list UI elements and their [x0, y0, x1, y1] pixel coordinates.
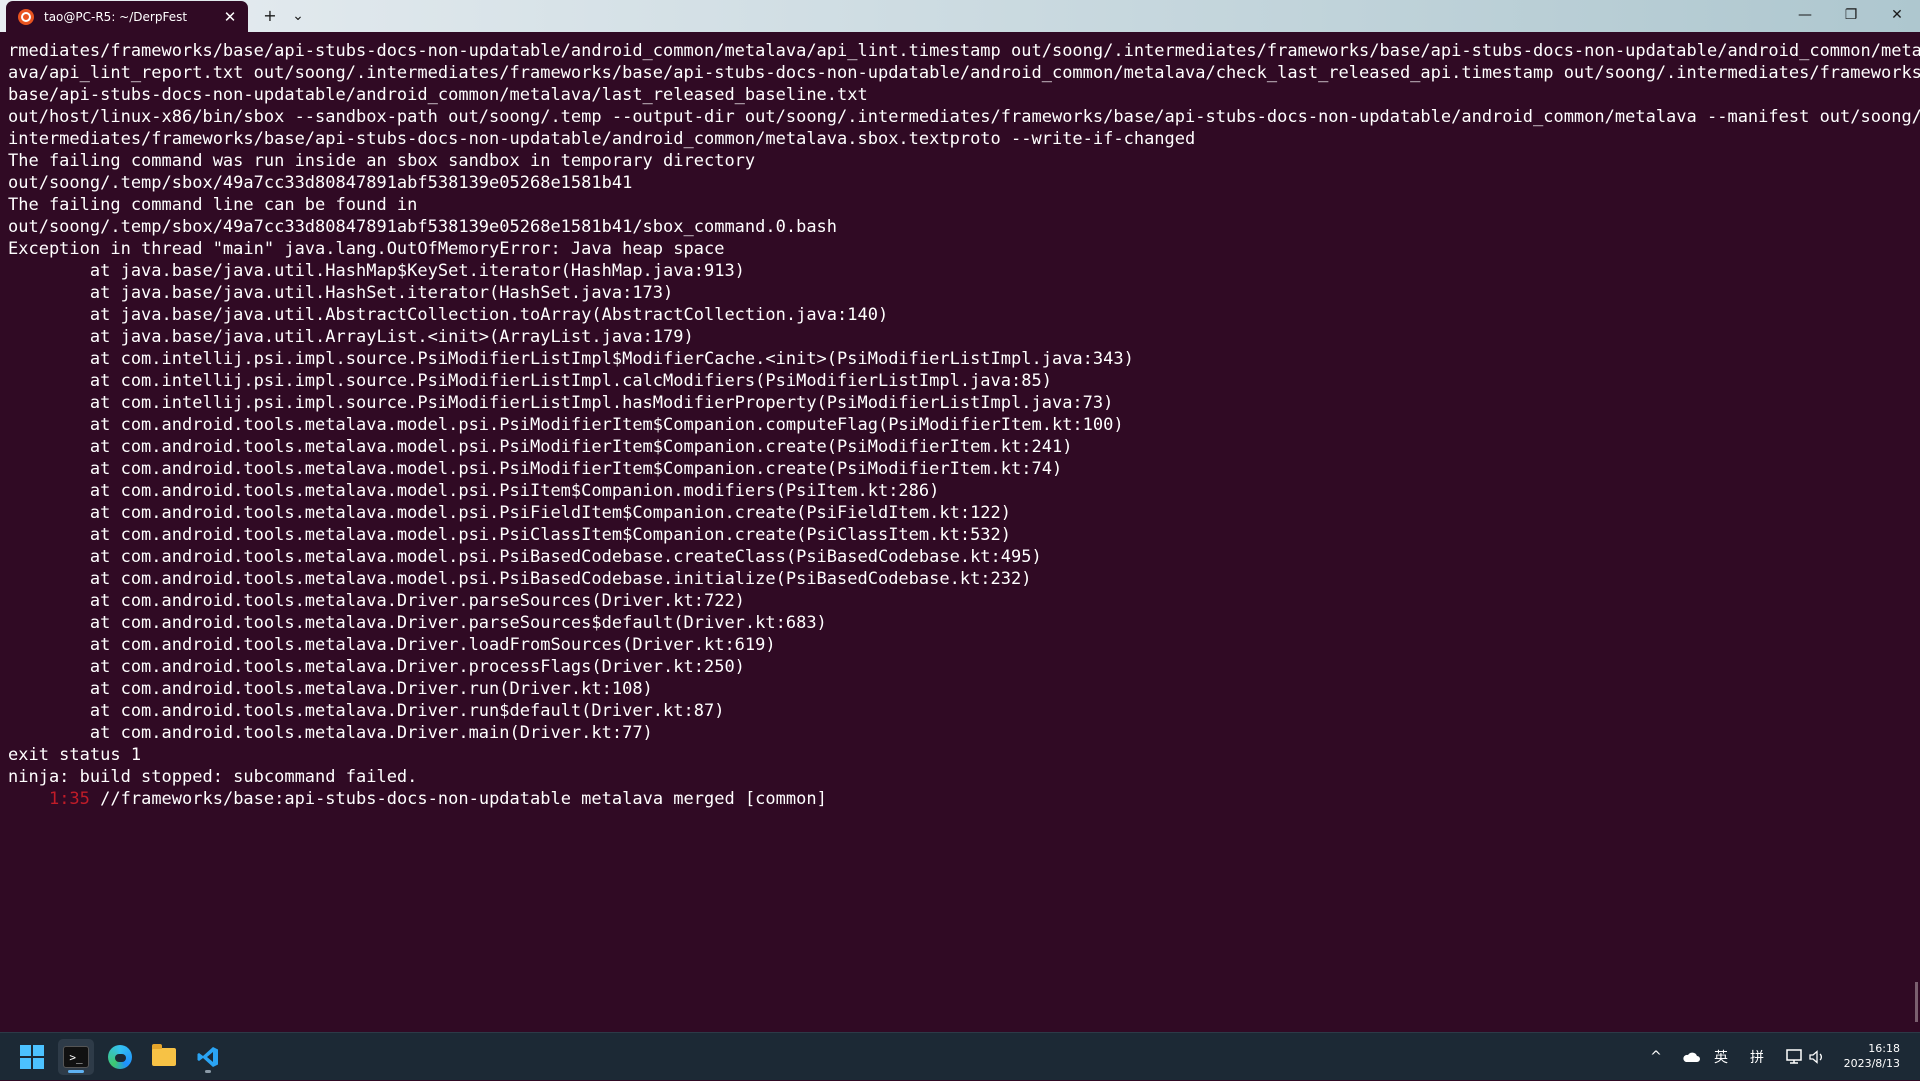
scrollbar-thumb[interactable] — [1915, 982, 1918, 1022]
clock-time: 16:18 — [1868, 1042, 1900, 1055]
terminal-line: The failing command was run inside an sb… — [8, 151, 756, 171]
progress-text: //frameworks/base:api-stubs-docs-non-upd… — [89, 789, 827, 809]
edge-browser-icon — [108, 1045, 132, 1069]
terminal-line: at java.base/java.util.HashSet.iterator(… — [8, 283, 674, 303]
title-bar: tao@PC-R5: ~/DerpFest ✕ + ⌄ — ❐ ✕ — [0, 0, 1920, 32]
new-tab-button[interactable]: + — [256, 4, 284, 28]
terminal-line: at com.intellij.psi.impl.source.PsiModif… — [8, 371, 1052, 391]
terminal-line: at com.android.tools.metalava.model.psi.… — [8, 415, 1124, 435]
taskbar: >_ ^ 英 拼 16:18 2023/8/13 — [0, 1032, 1920, 1080]
terminal-line: at com.android.tools.metalava.model.psi.… — [8, 481, 940, 501]
windows-logo-icon — [20, 1045, 44, 1069]
terminal-output-area[interactable]: rmediates/frameworks/base/api-stubs-docs… — [0, 32, 1920, 1032]
terminal-line: at com.android.tools.metalava.model.psi.… — [8, 437, 1073, 457]
terminal-line: exit status 1 — [8, 745, 142, 765]
terminal-line: at com.android.tools.metalava.model.psi.… — [8, 525, 1012, 545]
ime-mode-indicator[interactable]: 拼 — [1744, 1033, 1770, 1081]
ime-language-indicator[interactable]: 英 — [1708, 1033, 1734, 1081]
onedrive-icon[interactable] — [1676, 1033, 1706, 1081]
vscode-icon — [197, 1047, 218, 1067]
terminal-line: intermediates/frameworks/base/api-stubs-… — [8, 129, 1196, 149]
terminal-line: at com.android.tools.metalava.Driver.par… — [8, 613, 827, 633]
taskbar-vscode[interactable] — [190, 1039, 226, 1075]
minimize-button[interactable]: — — [1782, 0, 1828, 32]
terminal-line: at java.base/java.util.ArrayList.<init>(… — [8, 327, 694, 347]
terminal-line: at com.android.tools.metalava.model.psi.… — [8, 547, 1042, 567]
tab-close-icon[interactable]: ✕ — [218, 8, 242, 26]
terminal-line: at java.base/java.util.HashMap$KeySet.it… — [8, 261, 745, 281]
terminal-line: at com.intellij.psi.impl.source.PsiModif… — [8, 393, 1114, 413]
terminal-line: Exception in thread "main" java.lang.Out… — [8, 239, 725, 259]
running-indicator — [205, 1070, 211, 1073]
clock-date: 2023/8/13 — [1843, 1057, 1900, 1070]
terminal-line: at com.android.tools.metalava.model.psi.… — [8, 569, 1032, 589]
progress-line: 1:35 //frameworks/base:api-stubs-docs-no… — [8, 788, 1920, 810]
terminal-output: rmediates/frameworks/base/api-stubs-docs… — [8, 40, 1920, 810]
taskbar-edge[interactable] — [102, 1039, 138, 1075]
progress-timer: 1:35 — [48, 789, 90, 809]
active-indicator — [68, 1070, 84, 1073]
terminal-tab[interactable]: tao@PC-R5: ~/DerpFest ✕ — [6, 1, 248, 32]
terminal-line: at com.android.tools.metalava.Driver.run… — [8, 679, 653, 699]
terminal-line: ninja: build stopped: subcommand failed. — [8, 767, 418, 787]
chevron-down-icon[interactable]: ⌄ — [284, 4, 312, 28]
terminal-icon: >_ — [63, 1046, 89, 1068]
terminal-line: at com.android.tools.metalava.Driver.pro… — [8, 657, 745, 677]
terminal-line: at com.android.tools.metalava.Driver.loa… — [8, 635, 776, 655]
terminal-line: out/soong/.temp/sbox/49a7cc33d80847891ab… — [8, 173, 633, 193]
terminal-line: at com.android.tools.metalava.model.psi.… — [8, 503, 1012, 523]
terminal-line: at com.android.tools.metalava.Driver.par… — [8, 591, 745, 611]
terminal-line: ava/api_lint_report.txt out/soong/.inter… — [8, 63, 1920, 83]
terminal-line: The failing command line can be found in — [8, 195, 418, 215]
terminal-line: at com.android.tools.metalava.Driver.mai… — [8, 723, 653, 743]
terminal-line: at com.android.tools.metalava.model.psi.… — [8, 459, 1063, 479]
terminal-line: at com.android.tools.metalava.Driver.run… — [8, 701, 725, 721]
taskbar-terminal[interactable]: >_ — [58, 1039, 94, 1075]
terminal-line: at java.base/java.util.AbstractCollectio… — [8, 305, 889, 325]
terminal-line: at com.intellij.psi.impl.source.PsiModif… — [8, 349, 1134, 369]
folder-icon — [152, 1044, 176, 1066]
close-button[interactable]: ✕ — [1874, 0, 1920, 32]
start-button[interactable] — [14, 1039, 50, 1075]
terminal-line: out/host/linux-x86/bin/sbox --sandbox-pa… — [8, 107, 1920, 127]
terminal-line: base/api-stubs-docs-non-updatable/androi… — [8, 85, 868, 105]
progress-indent — [8, 789, 49, 809]
tray-overflow-chevron-icon[interactable]: ^ — [1644, 1033, 1668, 1081]
restore-button[interactable]: ❐ — [1828, 0, 1874, 32]
taskbar-file-explorer[interactable] — [146, 1039, 182, 1075]
ubuntu-icon — [18, 8, 34, 25]
terminal-line: out/soong/.temp/sbox/49a7cc33d80847891ab… — [8, 217, 838, 237]
tab-title: tao@PC-R5: ~/DerpFest — [44, 9, 188, 24]
terminal-line: rmediates/frameworks/base/api-stubs-docs… — [8, 41, 1920, 61]
network-icon[interactable] — [1782, 1033, 1808, 1081]
system-clock[interactable]: 16:18 2023/8/13 — [1830, 1041, 1900, 1071]
volume-icon[interactable] — [1806, 1033, 1828, 1081]
